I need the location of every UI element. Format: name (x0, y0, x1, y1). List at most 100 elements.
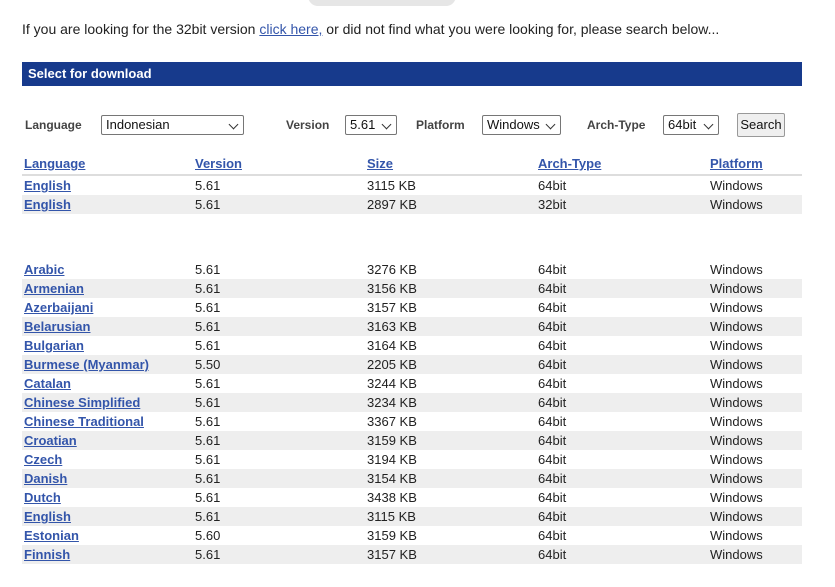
version-cell: 5.61 (195, 547, 221, 562)
arch-type-cell: 64bit (538, 452, 567, 467)
size-cell: 3234 KB (367, 395, 417, 410)
table-row: Burmese (Myanmar) 5.50 2205 KB 64bit Windows (22, 355, 802, 374)
downloads-table: Language Version Size Arch-Type Platform… (22, 154, 802, 564)
size-cell: 3154 KB (367, 471, 417, 486)
arch-type-cell: 64bit (538, 395, 567, 410)
arch-type-select[interactable]: 64bit (663, 115, 719, 135)
featured-rows: English 5.61 3115 KB 64bit Windows English 5.6… (22, 176, 802, 214)
arch-type-filter-label: Arch-Type (587, 118, 646, 132)
table-row: Chinese Traditional 5.61 3367 KB 64bit Windo… (22, 412, 802, 431)
table-row: Azerbaijani 5.61 3157 KB 64bit Windows (22, 298, 802, 317)
arch-type-cell: 64bit (538, 547, 567, 562)
size-cell: 3159 KB (367, 528, 417, 543)
arch-type-cell: 64bit (538, 433, 567, 448)
section-title-bar: Select for download (22, 62, 802, 86)
arch-type-cell: 64bit (538, 300, 567, 315)
arch-type-cell: 64bit (538, 357, 567, 372)
size-cell: 2205 KB (367, 357, 417, 372)
platform-cell: Windows (710, 197, 763, 212)
platform-cell: Windows (710, 490, 763, 505)
language-link[interactable]: Arabic (24, 260, 64, 279)
column-header-size[interactable]: Size (367, 156, 393, 171)
size-cell: 3115 KB (367, 178, 416, 193)
platform-cell: Windows (710, 414, 763, 429)
language-link[interactable]: Chinese Simplified (24, 393, 140, 412)
language-link[interactable]: Finnish (24, 545, 70, 564)
arch-type-cell: 64bit (538, 338, 567, 353)
platform-cell: Windows (710, 178, 763, 193)
table-row: Armenian 5.61 3156 KB 64bit Windows (22, 279, 802, 298)
size-cell: 3159 KB (367, 433, 417, 448)
all-language-rows: Arabic 5.61 3276 KB 64bit Windows Armenian 5.6… (22, 260, 802, 564)
version-cell: 5.61 (195, 338, 221, 353)
column-header-platform[interactable]: Platform (710, 156, 763, 171)
table-row: Belarusian 5.61 3163 KB 64bit Windows (22, 317, 802, 336)
column-header-version[interactable]: Version (195, 156, 242, 171)
table-row: Bulgarian 5.61 3164 KB 64bit Windows (22, 336, 802, 355)
size-cell: 3367 KB (367, 414, 417, 429)
size-cell: 3156 KB (367, 281, 417, 296)
version-cell: 5.61 (195, 471, 221, 486)
version-cell: 5.61 (195, 433, 221, 448)
table-row: Estonian 5.60 3159 KB 64bit Windows (22, 526, 802, 545)
size-cell: 3276 KB (367, 262, 417, 277)
platform-cell: Windows (710, 471, 763, 486)
version-cell: 5.61 (195, 319, 221, 334)
arch-type-cell: 64bit (538, 281, 567, 296)
language-select[interactable]: Indonesian (101, 115, 244, 135)
language-link[interactable]: Azerbaijani (24, 298, 93, 317)
size-cell: 3163 KB (367, 319, 417, 334)
32bit-version-link[interactable]: click here, (259, 21, 322, 37)
language-link[interactable]: Estonian (24, 526, 79, 545)
version-select-value: 5.61 (350, 117, 376, 132)
search-button[interactable]: Search (737, 113, 785, 137)
table-row: Danish 5.61 3154 KB 64bit Windows (22, 469, 802, 488)
platform-select[interactable]: Windows (482, 115, 561, 135)
platform-select-value: Windows (487, 117, 540, 132)
arch-type-cell: 64bit (538, 376, 567, 391)
language-link[interactable]: Danish (24, 469, 67, 488)
platform-cell: Windows (710, 528, 763, 543)
column-header-language[interactable]: Language (24, 156, 85, 171)
language-select-value: Indonesian (106, 117, 170, 132)
version-cell: 5.61 (195, 300, 221, 315)
language-link[interactable]: Chinese Traditional (24, 412, 144, 431)
chevron-down-icon (703, 119, 714, 130)
platform-cell: Windows (710, 509, 763, 524)
version-cell: 5.60 (195, 528, 221, 543)
column-header-arch-type[interactable]: Arch-Type (538, 156, 601, 171)
size-cell: 3157 KB (367, 547, 417, 562)
version-cell: 5.50 (195, 357, 221, 372)
platform-cell: Windows (710, 452, 763, 467)
language-link[interactable]: Croatian (24, 431, 77, 450)
language-link[interactable]: Burmese (Myanmar) (24, 355, 149, 374)
arch-type-cell: 64bit (538, 528, 567, 543)
platform-cell: Windows (710, 433, 763, 448)
platform-cell: Windows (710, 395, 763, 410)
language-link[interactable]: Bulgarian (24, 336, 84, 355)
language-link[interactable]: Czech (24, 450, 62, 469)
version-cell: 5.61 (195, 509, 221, 524)
language-link[interactable]: English (24, 176, 71, 195)
language-link[interactable]: English (24, 507, 71, 526)
table-row: Czech 5.61 3194 KB 64bit Windows (22, 450, 802, 469)
table-header: Language Version Size Arch-Type Platform (22, 154, 802, 176)
intro-text: If you are looking for the 32bit version… (22, 21, 719, 37)
table-row: Dutch 5.61 3438 KB 64bit Windows (22, 488, 802, 507)
language-link[interactable]: Belarusian (24, 317, 90, 336)
platform-cell: Windows (710, 319, 763, 334)
language-link[interactable]: English (24, 195, 71, 214)
platform-cell: Windows (710, 547, 763, 562)
table-row: Catalan 5.61 3244 KB 64bit Windows (22, 374, 802, 393)
chevron-down-icon (228, 119, 239, 130)
language-link[interactable]: Dutch (24, 488, 61, 507)
version-select[interactable]: 5.61 (345, 115, 397, 135)
language-link[interactable]: Catalan (24, 374, 71, 393)
version-cell: 5.61 (195, 414, 221, 429)
platform-cell: Windows (710, 338, 763, 353)
platform-cell: Windows (710, 281, 763, 296)
arch-type-cell: 64bit (538, 414, 567, 429)
page: If you are looking for the 32bit version… (0, 0, 835, 587)
platform-filter-label: Platform (416, 118, 465, 132)
language-link[interactable]: Armenian (24, 279, 84, 298)
